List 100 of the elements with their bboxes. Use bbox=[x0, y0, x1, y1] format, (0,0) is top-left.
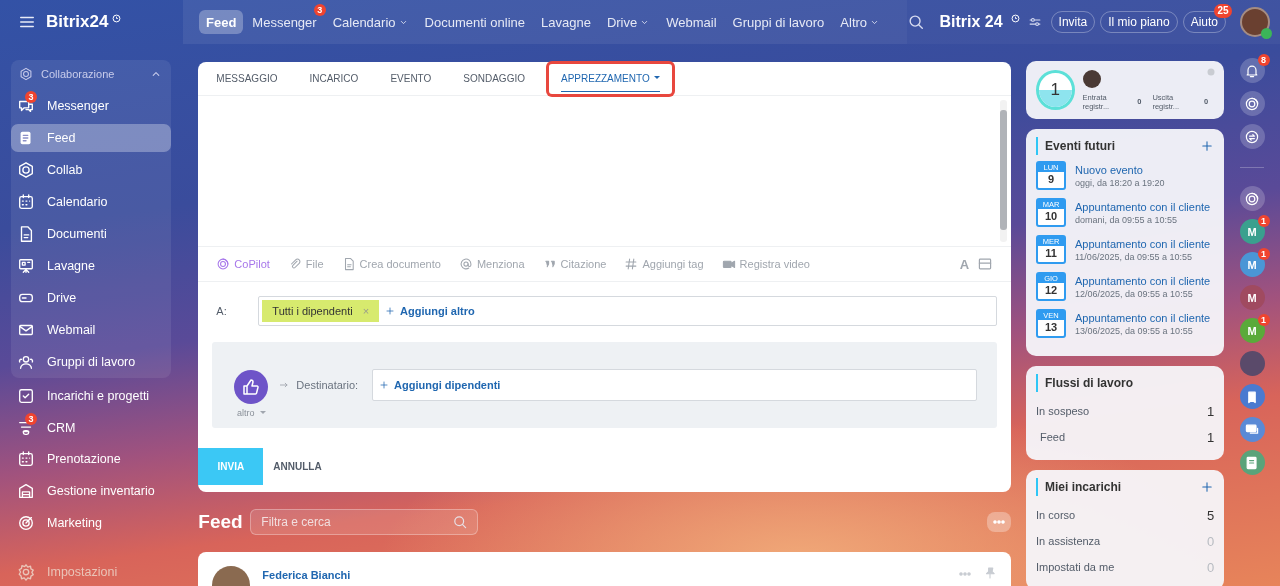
event-time: 12/06/2025, da 09:55 a 10:55 bbox=[1075, 288, 1194, 299]
hexagon-icon bbox=[19, 67, 33, 81]
sidebar-item[interactable]: Lavagne bbox=[11, 252, 172, 280]
nav-tab[interactable]: Calendario bbox=[325, 10, 416, 34]
toolbar-button[interactable]: CoPilot bbox=[216, 257, 270, 271]
row-label[interactable]: In sospeso bbox=[1036, 405, 1090, 417]
plus-icon bbox=[1200, 480, 1215, 494]
sidebar-item[interactable]: 3 Messenger bbox=[11, 92, 172, 120]
layout-icon bbox=[977, 256, 994, 272]
add-button[interactable] bbox=[1200, 480, 1215, 494]
nav-tab[interactable]: Lavagne bbox=[534, 10, 598, 34]
sidebar-item[interactable]: Webmail bbox=[11, 316, 172, 344]
logo[interactable]: Bitrix24 bbox=[46, 12, 109, 32]
more-button[interactable] bbox=[987, 512, 1012, 532]
count-badge: 8 bbox=[1257, 54, 1270, 66]
nav-tab[interactable]: Documenti online bbox=[417, 10, 532, 34]
settings-icon bbox=[17, 563, 35, 582]
row-count: 0 bbox=[1207, 533, 1215, 549]
event-link[interactable]: Appuntamento con il cliente bbox=[1075, 200, 1211, 213]
sidebar-item[interactable]: Gruppi di lavoro bbox=[11, 348, 172, 376]
recipients-field[interactable]: Tutti i dipendenti × Aggiungi altro bbox=[258, 296, 998, 326]
event-time: 13/06/2025, da 09:55 a 10:55 bbox=[1075, 325, 1194, 336]
recipient-field[interactable]: Aggiungi dipendenti bbox=[372, 369, 978, 401]
avatar-placeholder bbox=[1082, 69, 1101, 88]
search-icon bbox=[907, 13, 926, 31]
people-icon bbox=[17, 353, 35, 371]
row-label[interactable]: In assistenza bbox=[1036, 535, 1101, 547]
event-link[interactable]: Appuntamento con il cliente bbox=[1075, 311, 1211, 324]
add-link[interactable]: Aggiungi altro bbox=[385, 305, 475, 317]
sidebar-button[interactable] bbox=[1239, 186, 1265, 211]
add-link[interactable]: Aggiungi dipendenti bbox=[379, 379, 501, 391]
event-link[interactable]: Appuntamento con il cliente bbox=[1075, 237, 1211, 250]
add-button[interactable] bbox=[1200, 139, 1215, 153]
count-badge: 1 bbox=[1257, 314, 1270, 326]
sidebar-item[interactable]: Prenotazione bbox=[11, 445, 172, 473]
event-time: domani, da 09:55 a 10:55 bbox=[1075, 214, 1179, 225]
sidebar-item[interactable]: Collab bbox=[11, 156, 172, 184]
warehouse-icon bbox=[17, 481, 35, 500]
sidebar-item[interactable]: 3 CRM bbox=[11, 413, 172, 442]
board-icon bbox=[17, 257, 35, 275]
cancel-button[interactable]: ANNULLA bbox=[263, 461, 332, 472]
scrollbar[interactable] bbox=[1000, 100, 1008, 242]
count-badge: 3 bbox=[313, 4, 326, 16]
sidebar-item[interactable]: Drive bbox=[11, 284, 172, 312]
nav-tab[interactable]: Gruppi di lavoro bbox=[725, 10, 832, 34]
brand-logo: Bitrix 24 bbox=[939, 13, 1003, 31]
sidebar-button[interactable] bbox=[1239, 417, 1265, 442]
row-count: 5 bbox=[1207, 507, 1215, 523]
author-link[interactable]: Federica Bianchi bbox=[262, 569, 351, 581]
avatar-placeholder[interactable] bbox=[1239, 351, 1265, 376]
widget-title: Miei incarichi bbox=[1045, 480, 1123, 494]
composer-tab[interactable]: SONDAGGIO bbox=[455, 63, 533, 94]
user-avatar[interactable] bbox=[1240, 7, 1270, 37]
recipient-tag[interactable]: Tutti i dipendenti × bbox=[262, 300, 380, 322]
sidebar-item[interactable]: Feed bbox=[11, 124, 172, 152]
row-count: 1 bbox=[1207, 429, 1215, 445]
sidebar-button[interactable] bbox=[1239, 450, 1265, 475]
count-badge: 1 bbox=[1257, 215, 1270, 227]
count-badge: 3 bbox=[25, 412, 37, 425]
sidebar-button[interactable] bbox=[1239, 58, 1265, 83]
thumbs-up-icon[interactable] bbox=[234, 370, 269, 404]
row-label[interactable]: Feed bbox=[1040, 431, 1066, 443]
sidebar-item[interactable]: Documenti bbox=[11, 220, 172, 248]
sidebar-item[interactable]: Gestione inventario bbox=[11, 477, 172, 505]
sidebar-button[interactable] bbox=[1239, 384, 1265, 409]
group-title[interactable]: Collaborazione bbox=[41, 68, 142, 80]
widget-title: Flussi di lavoro bbox=[1045, 376, 1135, 390]
row-label[interactable]: Impostati da me bbox=[1036, 561, 1115, 573]
sidebar-item[interactable]: Calendario bbox=[11, 188, 172, 216]
composer-tab[interactable]: INCARICO bbox=[301, 63, 367, 94]
composer-tab[interactable]: EVENTO bbox=[382, 63, 440, 94]
composer-tab[interactable]: MESSAGGIO bbox=[208, 63, 286, 94]
event-link[interactable]: Appuntamento con il cliente bbox=[1075, 274, 1211, 287]
row-label[interactable]: In corso bbox=[1036, 509, 1076, 521]
hexagon-icon bbox=[17, 161, 35, 179]
booking-icon bbox=[17, 450, 35, 469]
nav-tab[interactable]: Altro bbox=[833, 10, 888, 34]
clock-icon bbox=[1010, 14, 1020, 23]
nav-tab[interactable]: Drive bbox=[599, 10, 658, 34]
count-badge: 1 bbox=[1257, 248, 1270, 260]
nav-tab[interactable]: Feed bbox=[199, 10, 244, 34]
composer-tab[interactable]: APPREZZAMENTO bbox=[549, 63, 672, 94]
sidebar-button[interactable] bbox=[1239, 91, 1265, 116]
caret-icon bbox=[259, 411, 266, 415]
search-icon bbox=[452, 514, 469, 530]
sidebar-item[interactable]: Marketing bbox=[11, 508, 172, 537]
event-link[interactable]: Nuovo evento bbox=[1075, 163, 1165, 176]
clock-icon bbox=[112, 14, 122, 23]
widget-title: Eventi futuri bbox=[1045, 139, 1117, 153]
row-count: 0 bbox=[1207, 559, 1215, 575]
chat-avatar[interactable]: M bbox=[1239, 285, 1265, 310]
target-icon bbox=[17, 513, 35, 532]
event-time: oggi, da 18:20 a 19:20 bbox=[1075, 177, 1165, 188]
sidebar-button[interactable] bbox=[1239, 124, 1265, 149]
plus-icon bbox=[1200, 139, 1215, 153]
sidebar-item[interactable]: Incarichi e progetti bbox=[11, 382, 172, 410]
event-time: 11/06/2025, da 09:55 a 10:55 bbox=[1075, 251, 1193, 262]
badge-selector[interactable]: altro bbox=[237, 408, 266, 418]
hash-icon bbox=[624, 257, 639, 271]
nav-tab[interactable]: Webmail bbox=[659, 10, 724, 34]
